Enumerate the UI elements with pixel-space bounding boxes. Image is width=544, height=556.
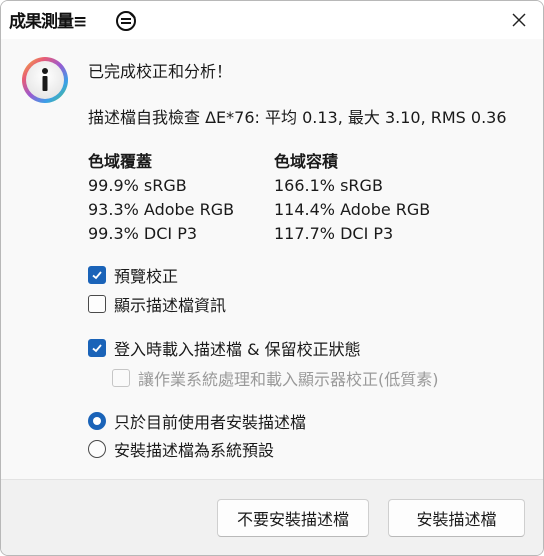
gamut-coverage-value: 93.3% Adobe RGB xyxy=(88,200,235,219)
load-on-login-label: 登入時載入描述檔 & 保留校正狀態 xyxy=(114,340,361,359)
install-profile-button[interactable]: 安裝描述檔 xyxy=(388,499,525,537)
completion-message: 已完成校正和分析！ xyxy=(88,62,233,81)
show-profile-info-label: 顯示描述檔資訊 xyxy=(114,296,227,315)
radio-selected-icon xyxy=(88,412,106,430)
close-icon xyxy=(512,13,526,27)
gamut-coverage: 色域覆蓋 99.9% sRGB 93.3% Adobe RGB 99.3% DC… xyxy=(88,150,234,246)
dont-install-profile-button[interactable]: 不要安裝描述檔 xyxy=(217,499,369,537)
load-on-login-checkbox[interactable]: 登入時載入描述檔 & 保留校正狀態 xyxy=(88,336,361,360)
info-icon xyxy=(22,57,68,103)
close-button[interactable] xyxy=(505,7,533,33)
install-system-default-radio[interactable]: 安裝描述檔為系統預設 xyxy=(88,437,274,461)
preview-calibration-checkbox[interactable]: 預覽校正 xyxy=(88,263,178,287)
checkbox-unchecked-icon xyxy=(88,295,106,313)
gamut-coverage-value: 99.9% sRGB xyxy=(88,176,187,195)
dialog-footer: 不要安裝描述檔 安裝描述檔 xyxy=(1,479,543,555)
app-icon xyxy=(116,11,136,31)
title-bar: 成果測量≡ xyxy=(1,1,543,39)
os-handles-calibration-label: 讓作業系統處理和載入顯示器校正(低質素) xyxy=(138,370,439,389)
install-current-user-label: 只於目前使用者安裝描述檔 xyxy=(114,413,307,432)
gamut-volume-value: 166.1% sRGB xyxy=(274,176,383,195)
checkbox-checked-icon xyxy=(88,266,106,284)
checkbox-disabled-icon xyxy=(112,369,130,387)
gamut-volume: 色域容積 166.1% sRGB 114.4% Adobe RGB 117.7%… xyxy=(274,150,430,246)
dialog-window: 成果測量≡ 已完成校正和分析！ 描述檔自我檢查 ΔE*76: 平均 0.13, … xyxy=(0,0,544,556)
preview-calibration-label: 預覽校正 xyxy=(114,267,179,286)
dialog-content: 已完成校正和分析！ 描述檔自我檢查 ΔE*76: 平均 0.13, 最大 3.1… xyxy=(1,39,543,479)
gamut-coverage-header: 色域覆蓋 xyxy=(88,152,153,171)
show-profile-info-checkbox[interactable]: 顯示描述檔資訊 xyxy=(88,292,226,316)
gamut-volume-value: 114.4% Adobe RGB xyxy=(274,200,431,219)
checkbox-checked-icon xyxy=(88,339,106,357)
window-title: 成果測量≡ xyxy=(9,12,87,32)
radio-unselected-icon xyxy=(88,440,106,458)
install-current-user-radio[interactable]: 只於目前使用者安裝描述檔 xyxy=(88,409,306,433)
gamut-coverage-value: 99.3% DCI P3 xyxy=(88,224,198,243)
gamut-volume-header: 色域容積 xyxy=(274,152,339,171)
install-system-default-label: 安裝描述檔為系統預設 xyxy=(114,441,275,460)
os-handles-calibration-checkbox[interactable]: 讓作業系統處理和載入顯示器校正(低質素) xyxy=(112,366,439,390)
gamut-volume-value: 117.7% DCI P3 xyxy=(274,224,394,243)
profile-self-check: 描述檔自我檢查 ΔE*76: 平均 0.13, 最大 3.10, RMS 0.3… xyxy=(88,108,507,127)
